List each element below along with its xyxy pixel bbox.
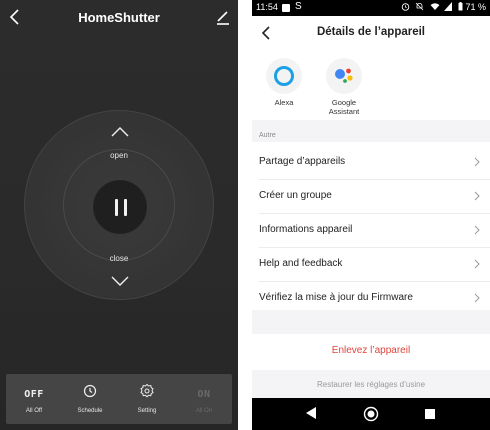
alarm-icon <box>401 3 410 11</box>
status-time: 11:54 <box>256 2 278 12</box>
google-assistant-label: Google Assistant <box>328 98 360 116</box>
chevron-right-icon <box>474 293 480 303</box>
signal-icon <box>444 2 453 11</box>
android-nav-bar <box>252 398 490 430</box>
device-details-panel: 11:54 S 71 % Détails de l’appareil Alexa… <box>252 0 490 430</box>
chevron-right-icon <box>474 225 480 235</box>
on-icon: ON <box>197 389 211 400</box>
pause-button[interactable] <box>93 180 147 234</box>
wifi-icon <box>430 3 440 10</box>
alexa-icon <box>266 58 302 94</box>
open-button[interactable]: open <box>25 151 213 160</box>
notification-square-icon <box>282 4 290 12</box>
clock-icon <box>83 384 97 398</box>
setting-button[interactable]: Setting <box>119 374 175 424</box>
all-off-button[interactable]: OFF All Off <box>6 374 62 424</box>
edit-icon[interactable] <box>214 8 232 26</box>
setting-label: Setting <box>137 408 157 414</box>
open-chevron-icon[interactable] <box>110 126 130 138</box>
menu-item-share[interactable]: Partage d’appareils <box>252 146 490 180</box>
restore-factory-button[interactable]: Restaurer les réglages d’usine <box>252 370 490 398</box>
schedule-label: Schedule <box>77 408 103 414</box>
homeshutter-panel: HomeShutter open close OFF All Off Sched… <box>0 0 238 430</box>
alexa-label: Alexa <box>274 98 294 107</box>
alexa-button[interactable]: Alexa <box>254 58 314 107</box>
section-label: Autre <box>252 120 490 142</box>
details-header: Détails de l’appareil <box>252 16 490 50</box>
all-off-label: All Off <box>25 408 43 414</box>
gear-icon <box>140 383 154 398</box>
nav-home-icon[interactable] <box>363 406 379 422</box>
schedule-button[interactable]: Schedule <box>62 374 118 424</box>
menu-item-create-group[interactable]: Créer un groupe <box>252 180 490 214</box>
close-button[interactable]: close <box>25 254 213 263</box>
status-bar: 11:54 S 71 % <box>252 0 490 16</box>
chevron-right-icon <box>474 259 480 269</box>
off-icon: OFF <box>24 389 44 400</box>
chevron-right-icon <box>474 191 480 201</box>
google-assistant-button[interactable]: Google Assistant <box>314 58 374 116</box>
page-title: Détails de l’appareil <box>316 26 425 38</box>
homeshutter-header: HomeShutter <box>0 0 238 36</box>
bottom-action-bar: OFF All Off Schedule Setting ON All On <box>6 374 232 424</box>
google-assistant-icon <box>326 58 362 94</box>
nav-back-icon[interactable] <box>304 406 318 420</box>
notification-s-icon: S <box>295 1 302 12</box>
battery-level: 71 % <box>465 2 486 12</box>
status-icons: 71 % <box>401 2 486 12</box>
menu-item-device-info[interactable]: Informations appareil <box>252 214 490 248</box>
voice-assistants: Alexa Google Assistant <box>252 50 490 120</box>
remove-device-button[interactable]: Enlevez l’appareil <box>252 334 490 370</box>
spacer <box>252 310 490 334</box>
shutter-control-dial: open close <box>24 110 214 300</box>
close-chevron-icon[interactable] <box>110 275 130 287</box>
nav-recents-icon[interactable] <box>424 408 436 420</box>
page-title: HomeShutter <box>78 10 160 25</box>
all-on-label: All On <box>195 408 213 414</box>
chevron-right-icon <box>474 157 480 167</box>
menu-item-help-feedback[interactable]: Help and feedback <box>252 248 490 282</box>
all-on-button[interactable]: ON All On <box>176 374 232 424</box>
settings-list: Autre Partage d’appareils Créer un group… <box>252 120 490 330</box>
pause-icon <box>115 199 118 216</box>
battery-icon <box>458 2 463 11</box>
mute-icon <box>416 2 424 11</box>
